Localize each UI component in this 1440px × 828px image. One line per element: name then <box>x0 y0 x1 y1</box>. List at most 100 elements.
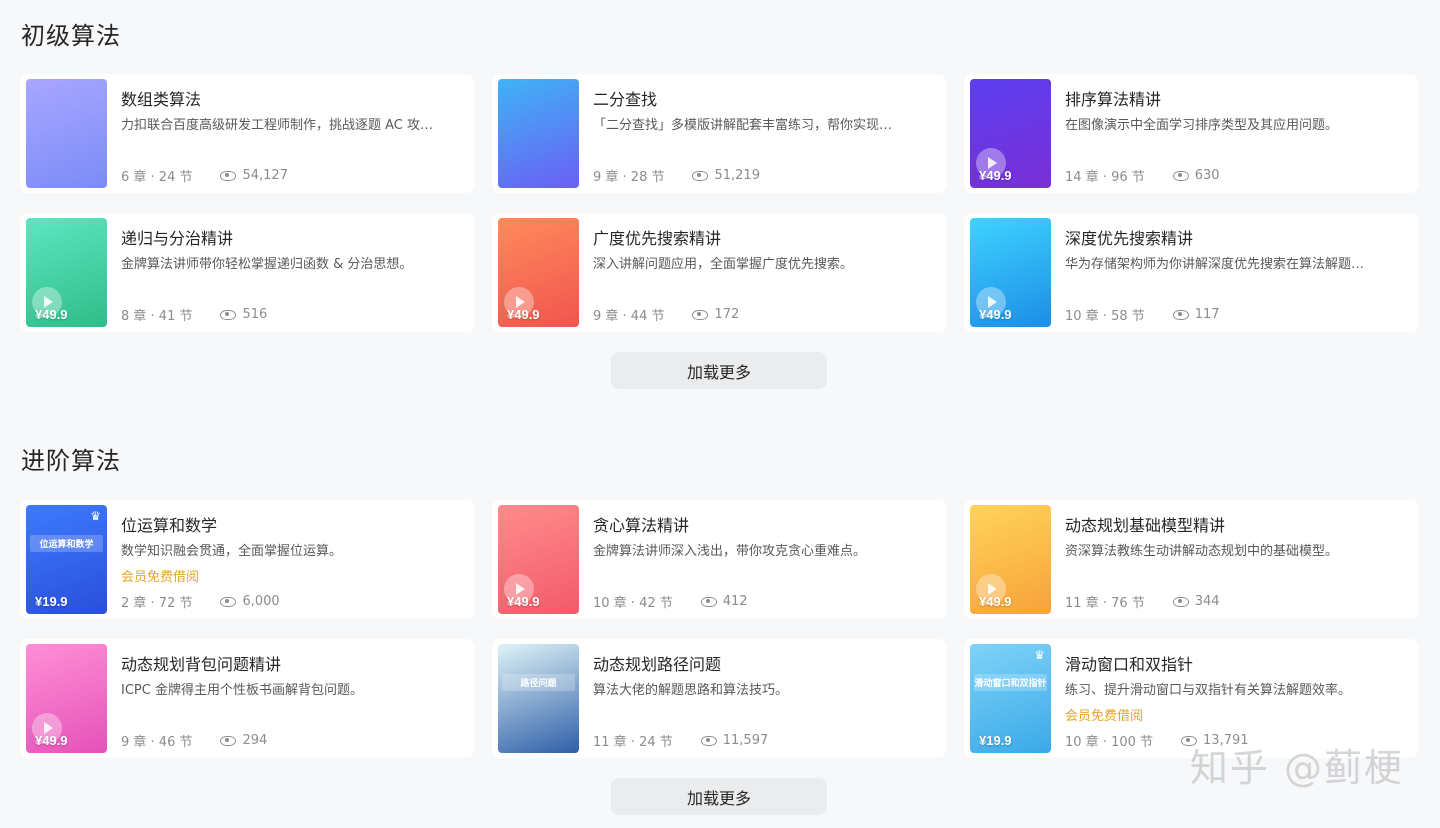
course-meta: 9 章 · 46 节 294 <box>121 731 267 750</box>
chapter-count: 10 章 · 58 节 <box>1065 309 1145 324</box>
course-card[interactable]: 数组类算法 力扣联合百度高级研发工程师制作，挑战逐题 AC 攻… 6 章 · 24 … <box>20 74 474 193</box>
view-count: 117 <box>1172 307 1220 322</box>
course-cover-image[interactable]: ¥49.9 <box>970 79 1051 188</box>
eye-icon <box>220 170 237 181</box>
course-description: 资深算法教练生动讲解动态规划中的基础模型。 <box>1065 544 1339 559</box>
load-more-button-basic[interactable]: 加载更多 <box>611 352 827 389</box>
course-cover-image[interactable]: ¥49.9 <box>498 505 579 614</box>
view-count: 344 <box>1172 594 1220 609</box>
chapter-count: 10 章 · 42 节 <box>593 596 673 611</box>
price-label: ¥19.9 <box>979 733 1012 748</box>
course-card[interactable]: ¥49.9 动态规划基础模型精讲 资深算法教练生动讲解动态规划中的基础模型。 11 章… <box>964 500 1418 619</box>
course-meta: 11 章 · 24 节 11,597 <box>593 731 768 750</box>
chapter-count: 11 章 · 24 节 <box>593 735 673 750</box>
course-meta: 9 章 · 28 节 51,219 <box>593 166 760 185</box>
view-count-value: 630 <box>1194 168 1220 183</box>
course-title[interactable]: 动态规划基础模型精讲 <box>1065 512 1225 536</box>
course-grid-advanced: 位运算和数学 ♛ ¥19.9 位运算和数学数学知识融会贯通，全面掌握位运算。 会员免费借… <box>20 500 1418 758</box>
course-title[interactable]: 动态规划路径问题 <box>593 651 721 675</box>
course-title[interactable]: 二分查找 <box>593 86 657 110</box>
view-count-value: 11,597 <box>722 733 769 748</box>
eye-icon <box>700 596 717 607</box>
view-count-value: 344 <box>1194 594 1220 609</box>
course-cover-image[interactable]: ¥49.9 <box>26 644 107 753</box>
course-cover-image[interactable]: ¥49.9 <box>26 218 107 327</box>
course-description: 华为存储架构师为你讲解深度优先搜索在算法解题… <box>1065 257 1365 272</box>
view-count: 11,597 <box>700 733 769 748</box>
member-free-tag: 会员免费借阅 <box>121 570 200 585</box>
chapter-count: 9 章 · 46 节 <box>121 735 193 750</box>
price-label: ¥49.9 <box>507 307 540 322</box>
price-label: ¥49.9 <box>979 168 1012 183</box>
crown-icon: ♛ <box>1034 648 1045 662</box>
view-count-value: 6,000 <box>242 594 280 609</box>
course-title[interactable]: 递归与分治精讲 <box>121 225 233 249</box>
eye-icon <box>700 735 717 746</box>
course-title[interactable]: 贪心算法精讲 <box>593 512 689 536</box>
course-card[interactable]: ¥49.9 递归与分治精讲 金牌算法讲师带你轻松掌握递归函数 & 分治思想。 8 章 … <box>20 213 474 332</box>
view-count: 294 <box>220 733 267 748</box>
chapter-count: 10 章 · 100 节 <box>1065 735 1154 750</box>
course-title[interactable]: 排序算法精讲 <box>1065 86 1161 110</box>
chapter-count: 9 章 · 28 节 <box>593 170 665 185</box>
course-cover-image[interactable]: 滑动窗口和双指针 ♛ ¥19.9 <box>970 644 1051 753</box>
course-card[interactable]: 二分查找 「二分查找」多模版讲解配套丰富练习，帮你实现… 9 章 · 28 节 51,… <box>492 74 946 193</box>
price-label: ¥49.9 <box>35 733 68 748</box>
course-title[interactable]: 数组类算法 <box>121 86 201 110</box>
course-cover-image[interactable]: 位运算和数学 ♛ ¥19.9 <box>26 505 107 614</box>
course-title[interactable]: 广度优先搜索精讲 <box>593 225 721 249</box>
course-meta: 2 章 · 72 节 6,000 <box>121 592 280 611</box>
course-grid-basic: 数组类算法 力扣联合百度高级研发工程师制作，挑战逐题 AC 攻… 6 章 · 24 … <box>20 74 1418 332</box>
course-description: 深入讲解问题应用，全面掌握广度优先搜索。 <box>593 257 854 272</box>
crown-icon: ♛ <box>90 509 101 523</box>
view-count: 6,000 <box>220 594 280 609</box>
view-count-value: 516 <box>242 307 268 322</box>
view-count: 630 <box>1172 168 1220 183</box>
eye-icon <box>692 309 709 320</box>
course-cover-image[interactable] <box>498 79 579 188</box>
course-cover-image[interactable] <box>26 79 107 188</box>
course-card[interactable]: ¥49.9 动态规划背包问题精讲 ICPC 金牌得主用个性板书画解背包问题。 9 章 … <box>20 639 474 758</box>
eye-icon <box>692 170 709 181</box>
cover-text: 滑动窗口和双指针 <box>974 674 1047 691</box>
course-cover-image[interactable]: ¥49.9 <box>970 218 1051 327</box>
course-meta: 14 章 · 96 节 630 <box>1065 166 1220 185</box>
view-count: 51,219 <box>692 168 760 183</box>
course-cover-image[interactable]: ¥49.9 <box>970 505 1051 614</box>
view-count-value: 172 <box>714 307 740 322</box>
course-description: 数学知识融会贯通，全面掌握位运算。 <box>121 544 343 559</box>
chapter-count: 9 章 · 44 节 <box>593 309 665 324</box>
course-description: ICPC 金牌得主用个性板书画解背包问题。 <box>121 683 363 698</box>
course-description: 练习、提升滑动窗口与双指针有关算法解题效率。 <box>1065 683 1352 698</box>
course-card[interactable]: ¥49.9 深度优先搜索精讲华为存储架构师为你讲解深度优先搜索在算法解题… 10 章… <box>964 213 1418 332</box>
price-label: ¥49.9 <box>35 307 68 322</box>
course-title[interactable]: 深度优先搜索精讲 <box>1065 225 1193 249</box>
course-meta: 9 章 · 44 节 172 <box>593 305 739 324</box>
view-count-value: 294 <box>242 733 268 748</box>
chapter-count: 14 章 · 96 节 <box>1065 170 1145 185</box>
view-count: 172 <box>692 307 739 322</box>
course-title[interactable]: 滑动窗口和双指针 <box>1065 651 1193 675</box>
course-card[interactable]: ¥49.9 排序算法精讲 在图像演示中全面学习排序类型及其应用问题。 14 章 · 9… <box>964 74 1418 193</box>
view-count: 412 <box>700 594 748 609</box>
course-card[interactable]: 位运算和数学 ♛ ¥19.9 位运算和数学数学知识融会贯通，全面掌握位运算。 会员免费借… <box>20 500 474 619</box>
course-title[interactable]: 位运算和数学 <box>121 512 217 536</box>
course-description: 算法大佬的解题思路和算法技巧。 <box>593 683 789 698</box>
course-title[interactable]: 动态规划背包问题精讲 <box>121 651 281 675</box>
course-card[interactable]: 路径问题 动态规划路径问题 算法大佬的解题思路和算法技巧。 11 章 · 24 节 11… <box>492 639 946 758</box>
course-cover-image[interactable]: 路径问题 <box>498 644 579 753</box>
view-count-value: 117 <box>1194 307 1220 322</box>
load-more-button-advanced[interactable]: 加载更多 <box>611 778 827 815</box>
view-count-value: 412 <box>722 594 748 609</box>
eye-icon <box>1172 170 1189 181</box>
course-card[interactable]: ¥49.9 广度优先搜索精讲深入讲解问题应用，全面掌握广度优先搜索。 9 章 · 4… <box>492 213 946 332</box>
section-2-title: 进阶算法 <box>21 447 121 475</box>
eye-icon <box>220 735 237 746</box>
course-description: 金牌算法讲师带你轻松掌握递归函数 & 分治思想。 <box>121 257 413 272</box>
cover-text: 路径问题 <box>502 674 575 691</box>
course-cover-image[interactable]: ¥49.9 <box>498 218 579 327</box>
chapter-count: 6 章 · 24 节 <box>121 170 193 185</box>
eye-icon <box>220 309 237 320</box>
course-card[interactable]: ¥49.9 贪心算法精讲 金牌算法讲师深入浅出，带你攻克贪心重难点。 10 章 · 4… <box>492 500 946 619</box>
chapter-count: 2 章 · 72 节 <box>121 596 193 611</box>
